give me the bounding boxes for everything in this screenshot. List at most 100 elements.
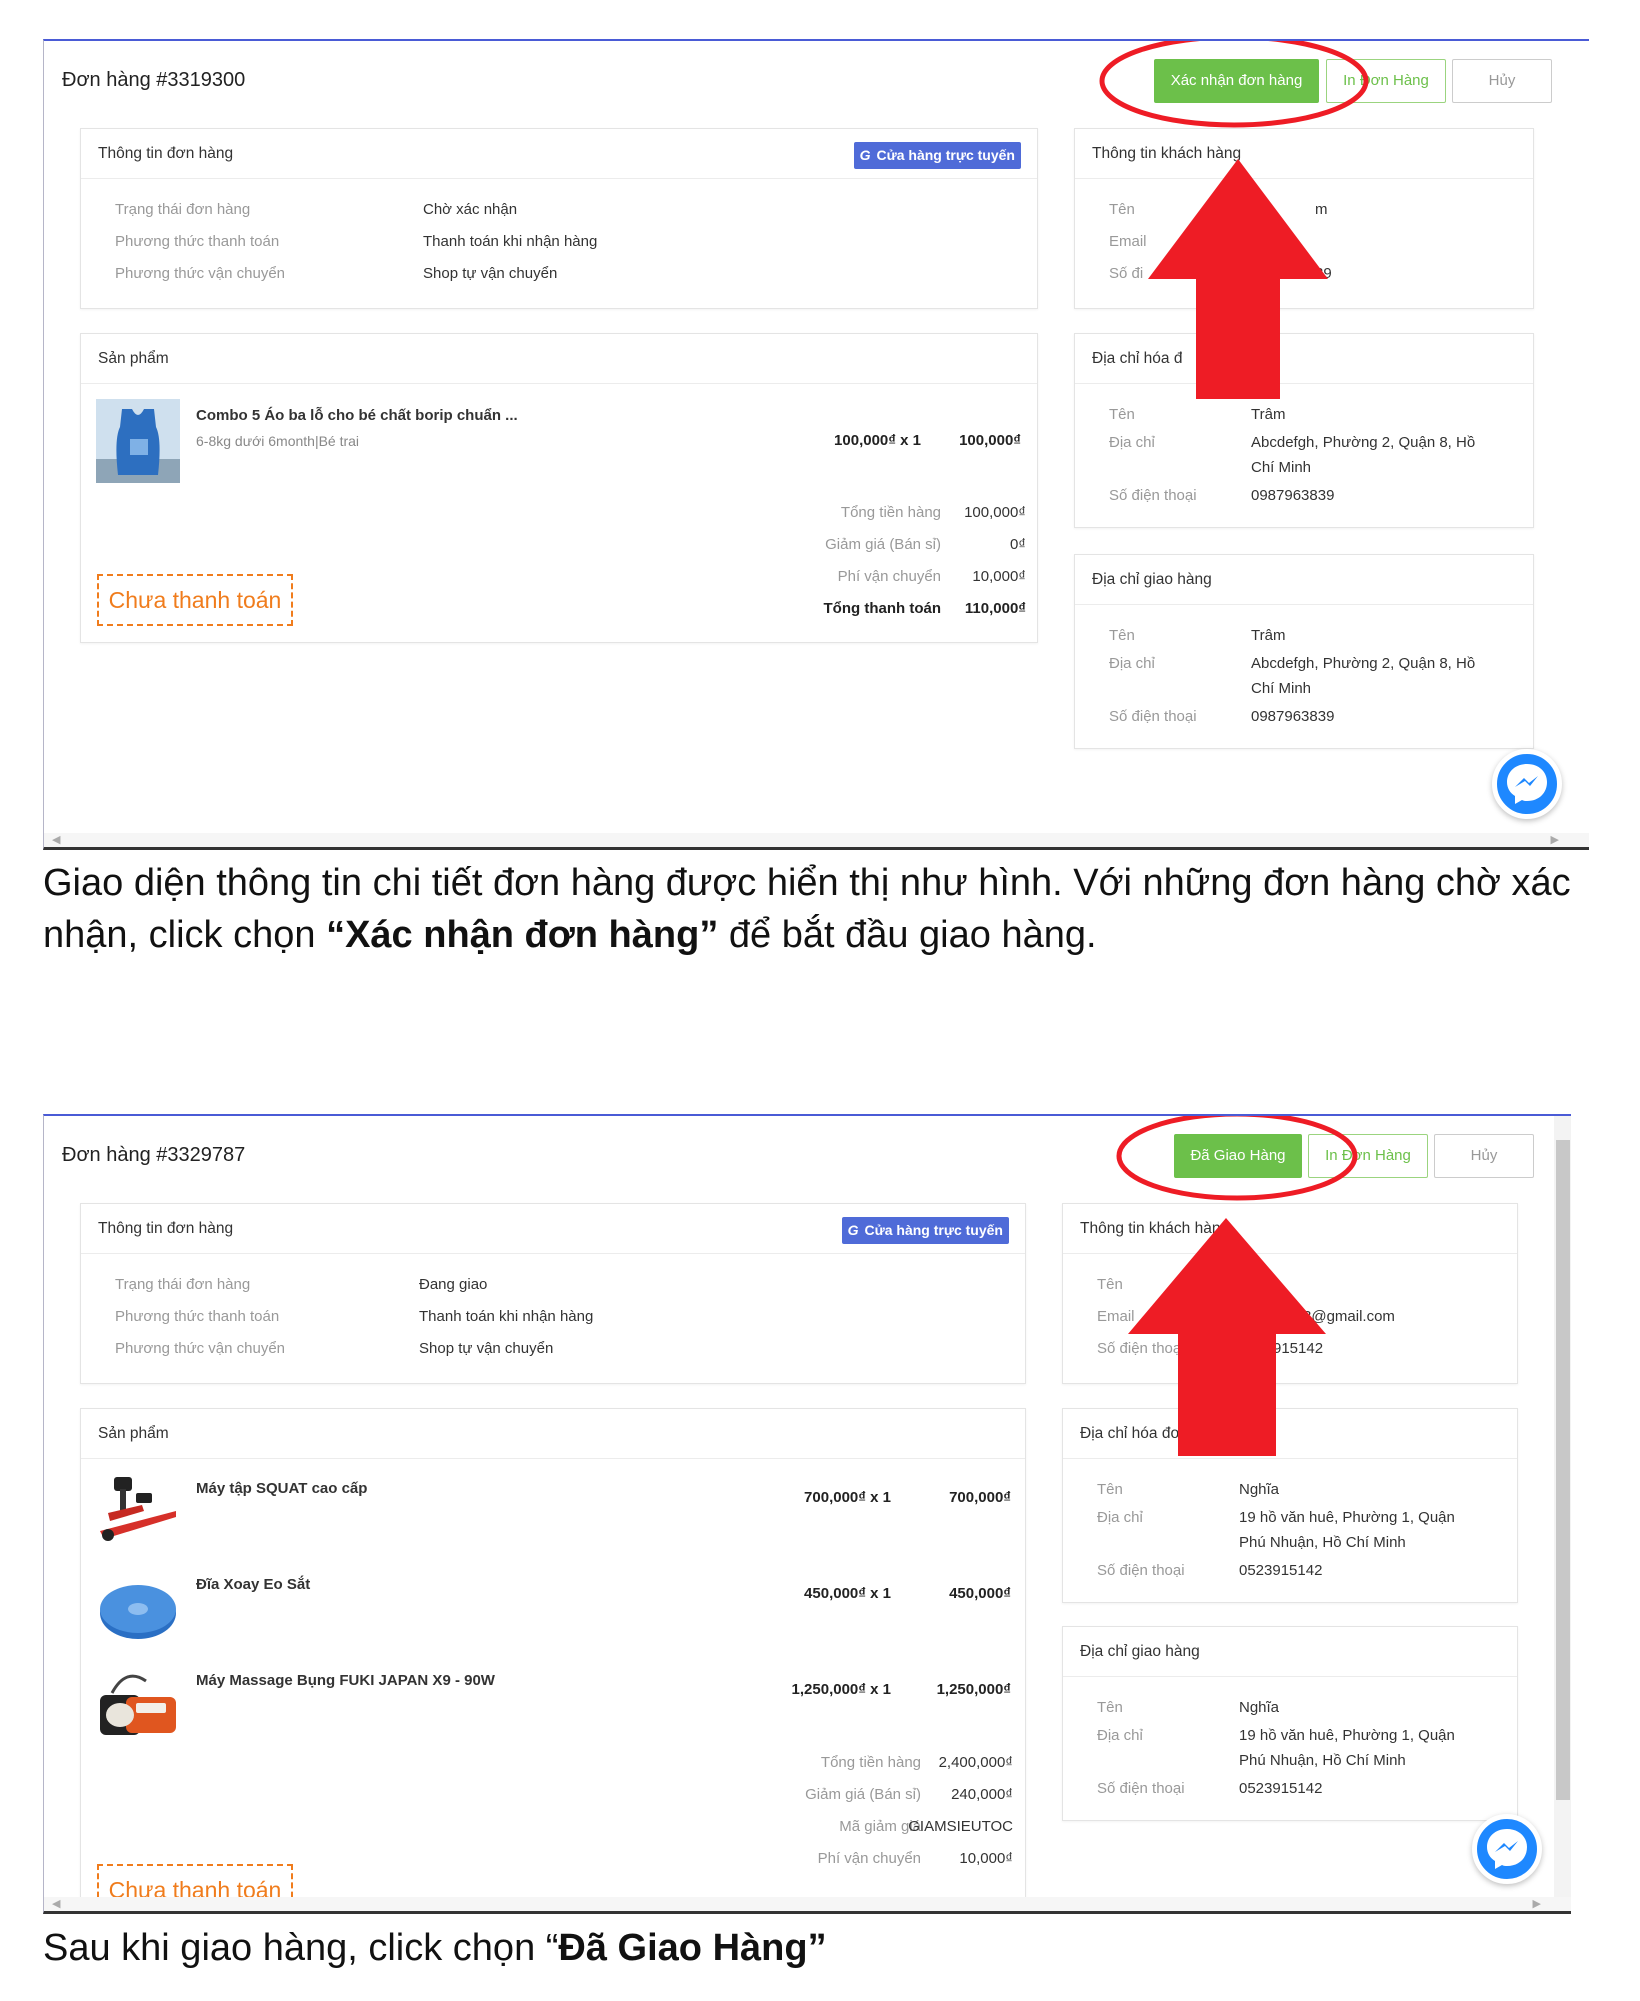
customer-info-card: Thông tin khách hàng Tên Email 8@gmail.c… — [1062, 1203, 1518, 1384]
summary-discount-value: 0₫ — [1009, 536, 1026, 553]
confirm-order-button[interactable]: Xác nhận đơn hàng — [1154, 59, 1319, 103]
summary-total-value: 110,000₫ — [964, 600, 1026, 617]
products-card: Sản phẩm Combo 5 Áo ba lỗ cho bé chất bo… — [80, 333, 1038, 643]
billing-address-label: Địa chỉ — [1109, 434, 1155, 451]
order-title: Đơn hàng #3329787 — [62, 1144, 246, 1166]
customer-phone-label: Số điện thoại — [1097, 1340, 1185, 1357]
scrollbar-thumb[interactable] — [1556, 1140, 1570, 1800]
print-order-button[interactable]: In Đơn Hàng — [1308, 1134, 1428, 1178]
payment-method-value: Thanh toán khi nhận hàng — [423, 233, 598, 250]
billing-address-card: Địa chỉ hóa đơn Tên Nghĩa Địa chỉ 19 hồ … — [1062, 1408, 1518, 1603]
payment-method-value: Thanh toán khi nhận hàng — [419, 1308, 594, 1325]
payment-method-label: Phương thức thanh toán — [115, 1308, 280, 1325]
product-line-total: 700,000₫ — [949, 1489, 1011, 1506]
order-title: Đơn hàng #3319300 — [62, 69, 246, 91]
summary-subtotal-value: 100,000₫ — [964, 504, 1026, 521]
shipping-phone-value: 0523915142 — [1239, 1780, 1323, 1797]
customer-phone-fragment: 39 — [1315, 265, 1332, 282]
shipping-address-card: Địa chỉ giao hàng Tên Trâm Địa chỉ Abcde… — [1074, 554, 1534, 749]
shipping-address-label: Địa chỉ — [1109, 655, 1155, 672]
store-icon: G — [859, 147, 871, 163]
delivered-button[interactable]: Đã Giao Hàng — [1174, 1134, 1302, 1178]
product-line-total: 100,000₫ — [959, 432, 1021, 449]
product-line-total: 450,000₫ — [949, 1585, 1011, 1602]
billing-phone-label: Số điện thoại — [1109, 487, 1197, 504]
order-status-label: Trạng thái đơn hàng — [115, 201, 251, 218]
order-screenshot-2: Đơn hàng #3329787 Đã Giao Hàng In Đơn Hà… — [43, 1114, 1571, 1914]
messenger-icon — [1507, 764, 1547, 804]
billing-name-label: Tên — [1109, 406, 1135, 423]
summary-subtotal-label: Tổng tiền hàng — [840, 504, 941, 521]
scroll-right-icon[interactable]: ▶ — [1533, 1897, 1541, 1910]
customer-email-fragment: 8@gmail.com — [1303, 1308, 1395, 1325]
card-title: Địa chỉ hóa đơn — [1063, 1409, 1517, 1459]
horizontal-scrollbar[interactable]: ◀ ▶ — [44, 833, 1589, 847]
payment-method-label: Phương thức thanh toán — [115, 233, 280, 250]
cancel-order-button[interactable]: Hủy — [1434, 1134, 1534, 1178]
product-variant: 6-8kg dưới 6month|Bé trai — [196, 433, 360, 449]
summary-shipping-value: 10,000₫ — [972, 568, 1026, 585]
product-unit-qty: 700,000₫ x 1 — [804, 1489, 891, 1506]
shipping-phone-label: Số điện thoại — [1109, 708, 1197, 725]
shipping-method-value: Shop tự vận chuyển — [423, 265, 558, 282]
online-store-badge: G Cửa hàng trực tuyến — [853, 142, 1021, 169]
print-order-button[interactable]: In Đơn Hàng — [1326, 59, 1446, 103]
shipping-name-value: Nghĩa — [1239, 1699, 1280, 1716]
scroll-left-icon[interactable]: ◀ — [52, 1897, 60, 1910]
customer-email-label: Email — [1109, 233, 1147, 250]
shipping-method-value: Shop tự vận chuyển — [419, 1340, 554, 1357]
summary-shipping-value: 10,000₫ — [959, 1850, 1013, 1867]
scroll-left-icon[interactable]: ◀ — [52, 833, 60, 846]
products-card: Sản phẩm Máy tập SQUAT cao cấp 700,000₫ … — [80, 1408, 1026, 1911]
caption-2: Sau khi giao hàng, click chọn “Đã Giao H… — [43, 1927, 827, 1969]
customer-email-label: Email — [1097, 1308, 1135, 1325]
horizontal-scrollbar[interactable]: ◀ ▶ — [44, 1897, 1571, 1911]
order-info-card: Thông tin đơn hàng G Cửa hàng trực tuyến … — [80, 128, 1038, 309]
store-icon: G — [847, 1222, 859, 1238]
product-name[interactable]: Đĩa Xoay Eo Sắt — [196, 1576, 310, 1593]
billing-address-label: Địa chỉ — [1097, 1509, 1143, 1526]
order-info-card: Thông tin đơn hàng G Cửa hàng trực tuyến … — [80, 1203, 1026, 1384]
product-line-total: 1,250,000₫ — [936, 1681, 1011, 1698]
summary-shipping-label: Phí vận chuyển — [837, 568, 941, 585]
billing-name-value: Trâm — [1251, 406, 1286, 423]
order-status-value: Chờ xác nhận — [423, 201, 518, 218]
summary-coupon-label: Mã giảm giá — [839, 1818, 921, 1835]
waist-disc-icon — [100, 1585, 176, 1639]
customer-info-card: Thông tin khách hàng Tên m Email Số điện… — [1074, 128, 1534, 309]
card-title: Sản phẩm — [81, 1409, 1025, 1459]
online-store-badge: G Cửa hàng trực tuyến — [841, 1217, 1009, 1244]
summary-discount-label: Giảm giá (Bán sỉ) — [825, 536, 941, 553]
shipping-name-value: Trâm — [1251, 627, 1286, 644]
order-screenshot-1: Đơn hàng #3319300 Xác nhận đơn hàng In Đ… — [43, 39, 1589, 850]
order-status-value: Đang giao — [419, 1276, 488, 1293]
tank-top-icon — [96, 399, 180, 483]
card-title: Sản phẩm — [81, 334, 1037, 384]
product-name[interactable]: Máy Massage Bụng FUKI JAPAN X9 - 90W — [196, 1672, 495, 1689]
card-title: Địa chỉ hóa đơn — [1075, 334, 1533, 384]
order-status-label: Trạng thái đơn hàng — [115, 1276, 251, 1293]
product-name[interactable]: Máy tập SQUAT cao cấp — [196, 1480, 367, 1497]
card-title: Địa chỉ giao hàng — [1075, 555, 1533, 605]
product-name[interactable]: Combo 5 Áo ba lỗ cho bé chất borip chuẩn… — [196, 407, 518, 424]
payment-status-stamp: Chưa thanh toán — [97, 574, 293, 626]
shipping-phone-value: 0987963839 — [1251, 708, 1335, 725]
billing-address-value: 19 hồ văn huê, Phường 1, Quận Phú Nhuận,… — [1239, 1509, 1455, 1551]
scroll-right-icon[interactable]: ▶ — [1551, 833, 1559, 846]
product-unit-qty: 450,000₫ x 1 — [804, 1585, 891, 1602]
billing-address-value: Abcdefgh, Phường 2, Quận 8, Hồ Chí Minh — [1251, 434, 1476, 476]
summary-subtotal-value: 2,400,000₫ — [938, 1754, 1013, 1771]
summary-discount-value: 240,000₫ — [951, 1786, 1013, 1803]
billing-phone-value: 0523915142 — [1239, 1562, 1323, 1579]
messenger-chat-button[interactable] — [1492, 749, 1562, 819]
vertical-scrollbar[interactable] — [1554, 1116, 1571, 1911]
card-title: Địa chỉ giao hàng — [1063, 1627, 1517, 1677]
cancel-order-button[interactable]: Hủy — [1452, 59, 1552, 103]
billing-name-label: Tên — [1097, 1481, 1123, 1498]
card-title: Thông tin khách hàng — [1063, 1204, 1517, 1254]
billing-name-value: Nghĩa — [1239, 1481, 1280, 1498]
billing-phone-value: 0987963839 — [1251, 487, 1335, 504]
customer-name-label: Tên — [1097, 1276, 1123, 1293]
messenger-chat-button[interactable] — [1472, 1814, 1542, 1884]
shipping-address-label: Địa chỉ — [1097, 1727, 1143, 1744]
